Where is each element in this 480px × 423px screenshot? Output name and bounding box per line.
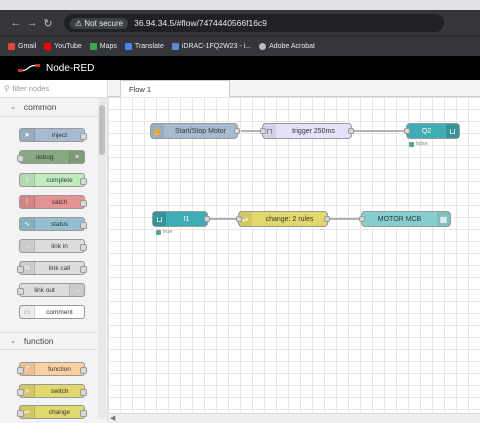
output-port bbox=[80, 178, 87, 185]
status-dot-icon bbox=[156, 229, 161, 235]
output-port bbox=[80, 410, 87, 417]
comment-icon: ▭ bbox=[20, 306, 35, 318]
status-dot-icon bbox=[409, 141, 414, 147]
chevron-down-icon: ⌄ bbox=[10, 104, 16, 111]
hand-pointer-icon: ☝ bbox=[151, 124, 164, 138]
search-icon: ⚲ bbox=[4, 84, 10, 93]
bookmarks-bar: Gmail YouTube Maps Translate iDRAC-1FQ2W… bbox=[0, 36, 480, 56]
output-port bbox=[204, 216, 210, 222]
table-icon: ▦ bbox=[437, 212, 450, 226]
bookmark-youtube[interactable]: YouTube bbox=[44, 43, 82, 50]
forward-icon[interactable]: → bbox=[24, 17, 40, 29]
waveform-icon: ⊔ bbox=[446, 124, 459, 138]
bookmark-idrac[interactable]: iDRAC-1FQ2W23 - i... bbox=[171, 43, 251, 50]
input-port bbox=[17, 389, 24, 396]
flow-node-i1[interactable]: ⊔ I1 bbox=[152, 211, 210, 227]
maps-icon bbox=[89, 43, 97, 50]
flow-node-q2[interactable]: Q2 ⊔ bbox=[404, 123, 460, 139]
chevron-down-icon: ⌄ bbox=[10, 338, 16, 345]
q2-status: false bbox=[409, 141, 428, 147]
back-icon[interactable]: ← bbox=[8, 17, 24, 29]
palette-node-switch[interactable]: ≻ switch bbox=[17, 384, 87, 398]
reload-icon[interactable]: ↻ bbox=[40, 17, 56, 30]
pulse-icon: ∿ bbox=[20, 218, 35, 230]
node-red-logo-icon bbox=[18, 64, 40, 72]
palette-node-link-in[interactable]: → link in bbox=[19, 239, 87, 253]
output-port bbox=[348, 128, 354, 134]
flow-node-start-stop-motor[interactable]: ☝ Start/Stop Motor bbox=[150, 123, 240, 139]
gmail-icon bbox=[8, 43, 15, 50]
category-common-header[interactable]: ⌄ common bbox=[0, 98, 107, 117]
warning-icon: ⚠ bbox=[75, 18, 83, 28]
output-port bbox=[324, 216, 330, 222]
output-port bbox=[80, 200, 87, 207]
adobe-icon bbox=[259, 43, 267, 50]
link-icon: → bbox=[20, 240, 35, 252]
flow-node-change[interactable]: ⇌ change: 2 rules bbox=[236, 211, 330, 227]
address-bar: ← → ↻ ⚠ Not secure 36.94.34.5/#flow/7474… bbox=[0, 10, 480, 36]
output-port bbox=[80, 133, 87, 140]
app-header: Node-RED bbox=[0, 56, 480, 80]
input-port bbox=[260, 128, 266, 134]
output-port bbox=[80, 244, 87, 251]
palette-node-comment[interactable]: ▭ comment bbox=[19, 305, 85, 319]
output-port bbox=[80, 222, 87, 229]
output-port bbox=[80, 266, 87, 273]
idrac-icon bbox=[171, 43, 179, 50]
bookmark-translate[interactable]: Translate bbox=[124, 43, 164, 50]
palette-node-link-call[interactable]: ⇆ link call bbox=[17, 261, 87, 275]
link-icon: → bbox=[69, 284, 84, 296]
flow-node-trigger[interactable]: ⊓ trigger 250ms bbox=[260, 123, 354, 139]
input-port bbox=[17, 155, 24, 162]
input-port bbox=[17, 288, 24, 295]
bookmark-maps[interactable]: Maps bbox=[89, 43, 117, 50]
category-function-header[interactable]: ⌄ function bbox=[0, 332, 97, 350]
palette-node-change[interactable]: ⇌ change bbox=[17, 405, 87, 419]
bookmark-adobe[interactable]: Adobe Acrobat bbox=[259, 43, 315, 50]
flow-node-motor-mcb[interactable]: MOTOR MCB ▦ bbox=[359, 211, 451, 227]
browser-tab-strip bbox=[0, 0, 480, 10]
palette-node-inject[interactable]: ➤ inject bbox=[19, 128, 87, 142]
arrow-right-icon: ➤ bbox=[20, 129, 35, 141]
palette-node-catch[interactable]: ! catch bbox=[19, 195, 87, 209]
output-port bbox=[234, 128, 240, 134]
exclamation-icon: ! bbox=[20, 196, 35, 208]
palette-node-link-out[interactable]: link out → bbox=[17, 283, 85, 297]
bookmark-gmail[interactable]: Gmail bbox=[8, 43, 36, 50]
output-port bbox=[80, 389, 87, 396]
exclamation-icon: ! bbox=[20, 174, 35, 186]
youtube-icon bbox=[44, 43, 52, 50]
palette-node-function[interactable]: f function bbox=[17, 362, 87, 376]
workspace-tab-bar: Flow 1 bbox=[108, 80, 480, 97]
palette-node-status[interactable]: ∿ status bbox=[19, 217, 87, 231]
tab-flow-1[interactable]: Flow 1 bbox=[120, 80, 230, 97]
bug-icon: ≡ bbox=[69, 151, 84, 163]
canvas-horizontal-scrollbar[interactable]: ◀ bbox=[108, 413, 480, 423]
translate-icon bbox=[124, 43, 132, 50]
input-port bbox=[17, 367, 24, 374]
input-port bbox=[404, 128, 410, 134]
waveform-icon: ⊔ bbox=[153, 212, 166, 226]
palette-filter-input[interactable]: ⚲ filter nodes bbox=[0, 80, 107, 98]
scroll-left-icon[interactable]: ◀ bbox=[110, 414, 115, 422]
input-port bbox=[236, 216, 242, 222]
palette-node-complete[interactable]: ! complete bbox=[19, 173, 87, 187]
url-text: 36.94.34.5/#flow/7474440566f16c9 bbox=[134, 18, 267, 28]
url-field[interactable]: ⚠ Not secure 36.94.34.5/#flow/7474440566… bbox=[64, 14, 444, 32]
app-title: Node-RED bbox=[46, 62, 95, 74]
palette-node-debug[interactable]: debug ≡ bbox=[17, 150, 85, 164]
output-port bbox=[80, 367, 87, 374]
i1-status: true bbox=[156, 229, 172, 235]
input-port bbox=[359, 216, 365, 222]
not-secure-badge[interactable]: ⚠ Not secure bbox=[70, 17, 129, 29]
input-port bbox=[17, 410, 24, 417]
input-port bbox=[17, 266, 24, 273]
palette-scrollbar-thumb[interactable] bbox=[99, 105, 105, 155]
